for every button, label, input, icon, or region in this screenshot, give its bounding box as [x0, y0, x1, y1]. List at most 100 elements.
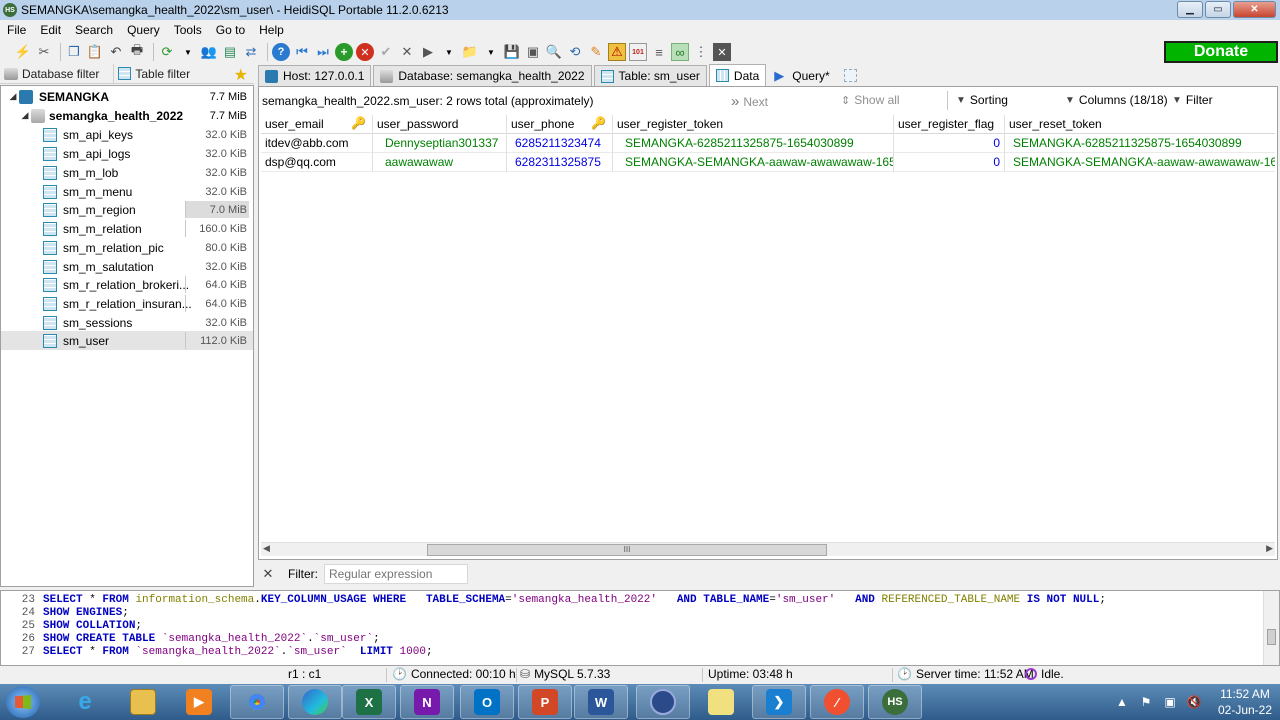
column-header[interactable]: user_email 🔑	[261, 114, 373, 134]
grid-cell[interactable]: 6285211323474	[507, 133, 613, 153]
maximize-button[interactable]: ▭	[1205, 1, 1231, 18]
sorting-button[interactable]: ▼ Sorting	[956, 93, 1008, 107]
close-button[interactable]: ✕	[1233, 1, 1276, 18]
start-button[interactable]	[6, 686, 40, 718]
grid-cell[interactable]: SEMANGKA-6285211325875-1654030899	[1005, 134, 1275, 153]
taskbar-sticky-notes[interactable]	[694, 685, 748, 719]
replace-icon[interactable]: ⟲	[566, 43, 584, 61]
grid-cell[interactable]: itdev@abb.com	[261, 133, 373, 153]
post-icon[interactable]: ✔	[377, 43, 395, 61]
sql-log-line[interactable]: 23 SELECT * FROM information_schema. KEY_C…	[1, 594, 1106, 607]
tree-table-row[interactable]: sm_r_relation_brokeri... 64.0 KiB	[1, 275, 253, 294]
taskbar-clock[interactable]: 11:52 AM 02-Jun-22	[1210, 686, 1280, 718]
cancel-icon[interactable]: ✕	[398, 43, 416, 61]
action-center-icon[interactable]: ⚑	[1138, 694, 1154, 710]
taskbar-outlook[interactable]: O	[460, 685, 514, 719]
collapse-toggle-icon[interactable]: ◢	[7, 91, 19, 102]
tree-table-row[interactable]: sm_m_region 7.0 MiB	[1, 200, 253, 219]
grid-cell[interactable]: 6282311325875	[507, 152, 613, 172]
scroll-thumb[interactable]: III	[427, 544, 827, 556]
tree-table-row[interactable]: sm_m_relation_pic 80.0 KiB	[1, 238, 253, 257]
log-vertical-scrollbar[interactable]	[1263, 591, 1279, 665]
show-hidden-icons-icon[interactable]: ▲	[1114, 694, 1130, 710]
save-as-icon[interactable]: ▣	[524, 43, 542, 61]
grid-cell[interactable]: SEMANGKA-SEMANGKA-aawaw-awawawaw-16541..…	[613, 152, 894, 172]
refresh-icon[interactable]: ⟳	[158, 43, 176, 61]
scroll-left-icon[interactable]: ◀	[263, 543, 270, 554]
export-icon[interactable]: ▤	[221, 43, 239, 61]
warning-icon[interactable]: ⚠	[608, 43, 626, 61]
menu-search[interactable]: Search	[68, 23, 120, 37]
dropdown-arrow-icon[interactable]: ▼	[440, 43, 458, 61]
network-icon[interactable]: ▣	[1162, 694, 1178, 710]
grid-cell[interactable]: Dennyseptian301337	[373, 133, 507, 153]
tree-table-row[interactable]: sm_m_lob 32.0 KiB	[1, 163, 253, 182]
grid-cell[interactable]: 0	[894, 133, 1005, 153]
log-scroll-thumb[interactable]	[1267, 629, 1276, 645]
taskbar-excel[interactable]: X	[342, 685, 396, 719]
minimize-button[interactable]: ▁	[1177, 1, 1203, 18]
connect-icon[interactable]: ⚡	[14, 43, 32, 61]
grid-cell[interactable]: SEMANGKA-SEMANGKA-aawaw-awawawaw-16541..…	[1005, 153, 1275, 172]
tab-query[interactable]: ▶ Query*	[768, 65, 835, 86]
next-button[interactable]: » Next	[731, 93, 768, 110]
collapse-toggle-icon[interactable]: ◢	[19, 110, 31, 121]
run-query-icon[interactable]: ▶	[419, 43, 437, 61]
taskbar-powerpoint[interactable]: P	[518, 685, 572, 719]
insert-record-icon[interactable]: +	[335, 43, 353, 61]
disconnect-icon[interactable]: ✂	[35, 43, 53, 61]
paste-icon[interactable]: 📋	[86, 43, 104, 61]
sql-log-line[interactable]: 25 SHOW COLLATION;	[1, 620, 142, 633]
new-query-tab-button[interactable]	[838, 65, 863, 86]
taskbar-onenote[interactable]: N	[400, 685, 454, 719]
menu-query[interactable]: Query	[120, 23, 167, 37]
wrap-icon[interactable]: ≡	[650, 43, 668, 61]
copy-icon[interactable]: ❐	[65, 43, 83, 61]
taskbar-git[interactable]: ⁄	[810, 685, 864, 719]
volume-muted-icon[interactable]: 🔇	[1186, 694, 1202, 710]
open-folder-icon[interactable]: 📁	[461, 43, 479, 61]
table-filter-tab[interactable]: Table filter	[113, 63, 194, 84]
taskbar-media-player[interactable]: ▶	[172, 685, 226, 719]
dropdown-arrow-icon[interactable]: ▼	[179, 43, 197, 61]
more-icon[interactable]: ⋮	[692, 43, 710, 61]
tree-table-row[interactable]: sm_m_salutation 32.0 KiB	[1, 257, 253, 276]
grid-cell[interactable]: SEMANGKA-6285211325875-1654030899	[613, 133, 894, 153]
column-header[interactable]: user_phone 🔑	[507, 114, 613, 134]
undo-icon[interactable]: ↶	[107, 43, 125, 61]
tree-table-row[interactable]: sm_api_keys 32.0 KiB	[1, 125, 253, 144]
menu-edit[interactable]: Edit	[33, 23, 68, 37]
delete-record-icon[interactable]: ✕	[356, 43, 374, 61]
donate-button[interactable]: Donate	[1164, 41, 1278, 63]
last-record-icon[interactable]: ⏭	[314, 43, 332, 61]
column-header[interactable]: user_password	[373, 114, 507, 134]
exit-icon[interactable]: ✕	[713, 43, 731, 61]
tree-database-row[interactable]: ◢ semangka_health_2022 7.7 MiB	[1, 106, 253, 125]
format-icon[interactable]: ✎	[587, 43, 605, 61]
menu-goto[interactable]: Go to	[209, 23, 252, 37]
filter-input[interactable]	[324, 564, 468, 584]
tree-table-row-selected[interactable]: sm_user 112.0 KiB	[1, 331, 253, 350]
column-header[interactable]: user_reset_token	[1005, 115, 1275, 134]
scroll-right-icon[interactable]: ▶	[1266, 543, 1273, 554]
sync-icon[interactable]: ⇄	[242, 43, 260, 61]
columns-button[interactable]: ▼ Columns (18/18)	[1065, 93, 1168, 107]
tab-data[interactable]: Data	[708, 64, 767, 86]
column-header[interactable]: user_register_flag	[894, 114, 1005, 134]
log-icon[interactable]: ∞	[671, 43, 689, 61]
filter-button[interactable]: ▼ Filter	[1172, 93, 1213, 107]
tree-table-row[interactable]: sm_m_menu 32.0 KiB	[1, 182, 253, 201]
dropdown-arrow-icon[interactable]: ▼	[482, 43, 500, 61]
menu-file[interactable]: File	[0, 23, 33, 37]
taskbar-explorer[interactable]	[116, 685, 170, 719]
tree-table-row[interactable]: sm_api_logs 32.0 KiB	[1, 144, 253, 163]
tree-host-row[interactable]: ◢ SEMANGKA 7.7 MiB	[1, 87, 253, 106]
tab-database[interactable]: Database: semangka_health_2022	[373, 65, 592, 86]
taskbar-ie[interactable]: e	[58, 685, 112, 719]
column-header[interactable]: user_register_token	[613, 114, 894, 134]
tree-table-row[interactable]: sm_sessions 32.0 KiB	[1, 313, 253, 332]
menu-help[interactable]: Help	[252, 23, 291, 37]
tab-host[interactable]: Host: 127.0.0.1	[258, 65, 372, 86]
horizontal-scrollbar[interactable]: ◀ III ▶	[261, 542, 1275, 556]
table-row[interactable]: itdev@abb.com Dennyseptian301337 6285211…	[261, 133, 1275, 153]
